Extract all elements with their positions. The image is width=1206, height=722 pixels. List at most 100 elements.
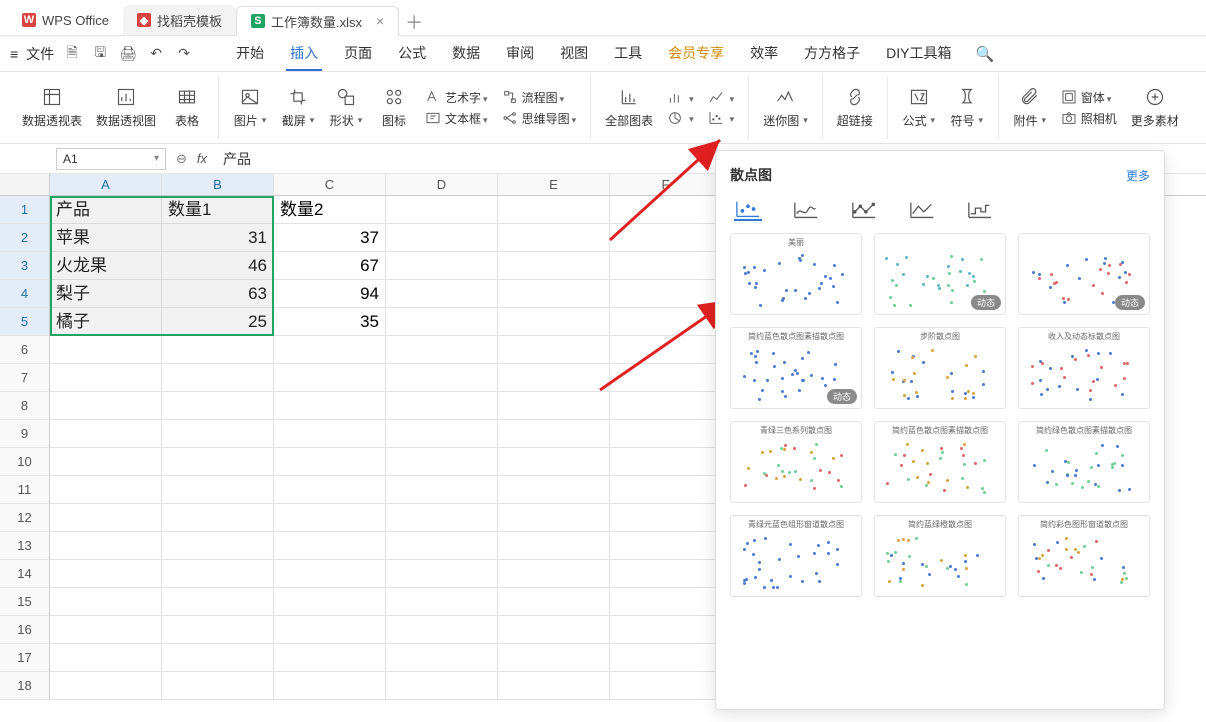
menu-tab-8[interactable]: 会员专享 <box>664 37 728 71</box>
scatter-smooth-line-icon[interactable] <box>792 199 820 221</box>
cell[interactable]: 67 <box>274 252 386 280</box>
scatter-step-icon[interactable] <box>966 199 994 221</box>
menu-tab-0[interactable]: 开始 <box>232 37 268 71</box>
row-header[interactable]: 11 <box>0 476 50 504</box>
chart-thumbnail[interactable]: 简约蓝绿橙散点图 <box>874 515 1006 597</box>
cell[interactable] <box>386 476 498 504</box>
cell[interactable] <box>274 532 386 560</box>
symbol-button[interactable]: 符号 <box>950 86 984 129</box>
cell[interactable] <box>610 616 722 644</box>
cell[interactable] <box>50 392 162 420</box>
col-header-D[interactable]: D <box>386 174 498 195</box>
cell[interactable] <box>498 476 610 504</box>
cell[interactable] <box>610 364 722 392</box>
cell[interactable] <box>498 196 610 224</box>
search-icon[interactable]: 🔍 <box>976 45 995 63</box>
row-header[interactable]: 4 <box>0 280 50 308</box>
picture-button[interactable]: 图片 <box>233 86 267 129</box>
cell[interactable] <box>274 476 386 504</box>
cell[interactable] <box>162 476 274 504</box>
cell[interactable] <box>610 588 722 616</box>
app-tab-wps[interactable]: W WPS Office <box>8 5 123 35</box>
column-chart-icon[interactable] <box>667 90 694 106</box>
cell[interactable] <box>610 644 722 672</box>
chart-thumbnail[interactable]: 动态 <box>874 233 1006 315</box>
cell[interactable] <box>386 308 498 336</box>
chart-thumbnail[interactable]: 收入及动态标散点图 <box>1018 327 1150 409</box>
cell[interactable] <box>498 672 610 700</box>
cell[interactable] <box>610 504 722 532</box>
fx-icon[interactable]: fx <box>197 151 207 166</box>
cell[interactable] <box>610 392 722 420</box>
cell[interactable] <box>274 364 386 392</box>
col-header-A[interactable]: A <box>50 174 162 195</box>
all-charts-button[interactable]: 全部图表 <box>605 86 653 129</box>
menu-tab-11[interactable]: DIY工具箱 <box>882 37 955 71</box>
cell[interactable] <box>50 644 162 672</box>
pivot-chart-button[interactable]: 数据透视图 <box>96 86 156 129</box>
textbox-button[interactable]: 文本框 <box>425 110 488 127</box>
formula-button[interactable]: 公式 <box>902 86 936 129</box>
cell[interactable] <box>386 420 498 448</box>
cell[interactable] <box>162 420 274 448</box>
menu-tab-5[interactable]: 审阅 <box>502 37 538 71</box>
cell[interactable] <box>50 532 162 560</box>
cell[interactable] <box>386 224 498 252</box>
cell[interactable] <box>50 364 162 392</box>
cell[interactable]: 火龙果 <box>50 252 162 280</box>
row-header[interactable]: 10 <box>0 448 50 476</box>
cell[interactable] <box>50 672 162 700</box>
print-icon[interactable]: 🖨 <box>118 45 138 62</box>
flowchart-button[interactable]: 流程图 <box>502 89 577 106</box>
mindmap-button[interactable]: 思维导图 <box>502 110 577 127</box>
cell[interactable]: 数量2 <box>274 196 386 224</box>
wordart-button[interactable]: 艺术字 <box>425 89 488 106</box>
cell[interactable] <box>386 196 498 224</box>
cell[interactable] <box>610 448 722 476</box>
camera-button[interactable]: 照相机 <box>1061 110 1117 127</box>
chart-thumbnail[interactable]: 简约蓝色散点图素描散点图动态 <box>730 327 862 409</box>
row-header[interactable]: 15 <box>0 588 50 616</box>
cell[interactable] <box>274 644 386 672</box>
cell[interactable] <box>386 392 498 420</box>
cell[interactable] <box>386 448 498 476</box>
cell[interactable]: 31 <box>162 224 274 252</box>
cell[interactable]: 94 <box>274 280 386 308</box>
menu-tab-10[interactable]: 方方格子 <box>800 37 864 71</box>
cell[interactable] <box>498 336 610 364</box>
cancel-edit-icon[interactable]: ⊖ <box>176 151 187 167</box>
col-header-E[interactable]: E <box>498 174 610 195</box>
chart-thumbnail[interactable]: 青绿三色系列散点图 <box>730 421 862 503</box>
cell[interactable] <box>498 364 610 392</box>
cell[interactable] <box>50 448 162 476</box>
app-tab-template[interactable]: ◆ 找稻壳模板 <box>123 5 236 35</box>
cell[interactable] <box>498 504 610 532</box>
cell[interactable]: 数量1 <box>162 196 274 224</box>
cell[interactable] <box>498 252 610 280</box>
cell[interactable] <box>386 616 498 644</box>
cell[interactable] <box>162 336 274 364</box>
cell[interactable] <box>386 280 498 308</box>
col-header-B[interactable]: B <box>162 174 274 195</box>
cell[interactable] <box>162 616 274 644</box>
scatter-line-markers-icon[interactable] <box>850 199 878 221</box>
cell[interactable] <box>162 672 274 700</box>
name-box-dropdown-icon[interactable]: ▾ <box>154 153 159 164</box>
cell[interactable] <box>610 280 722 308</box>
cell[interactable] <box>386 672 498 700</box>
cell[interactable] <box>610 336 722 364</box>
row-header[interactable]: 7 <box>0 364 50 392</box>
cell[interactable] <box>274 336 386 364</box>
table-button[interactable]: 表格 <box>170 86 204 129</box>
name-box[interactable]: A1 ▾ <box>56 148 166 170</box>
cell[interactable] <box>50 588 162 616</box>
menu-tab-4[interactable]: 数据 <box>448 37 484 71</box>
cell[interactable] <box>386 252 498 280</box>
line-chart-icon[interactable] <box>708 90 735 106</box>
panel-more-link[interactable]: 更多 <box>1126 167 1150 184</box>
cell[interactable] <box>386 560 498 588</box>
cell[interactable]: 35 <box>274 308 386 336</box>
cell[interactable] <box>162 588 274 616</box>
select-all-corner[interactable] <box>0 174 50 195</box>
cell[interactable]: 产品 <box>50 196 162 224</box>
